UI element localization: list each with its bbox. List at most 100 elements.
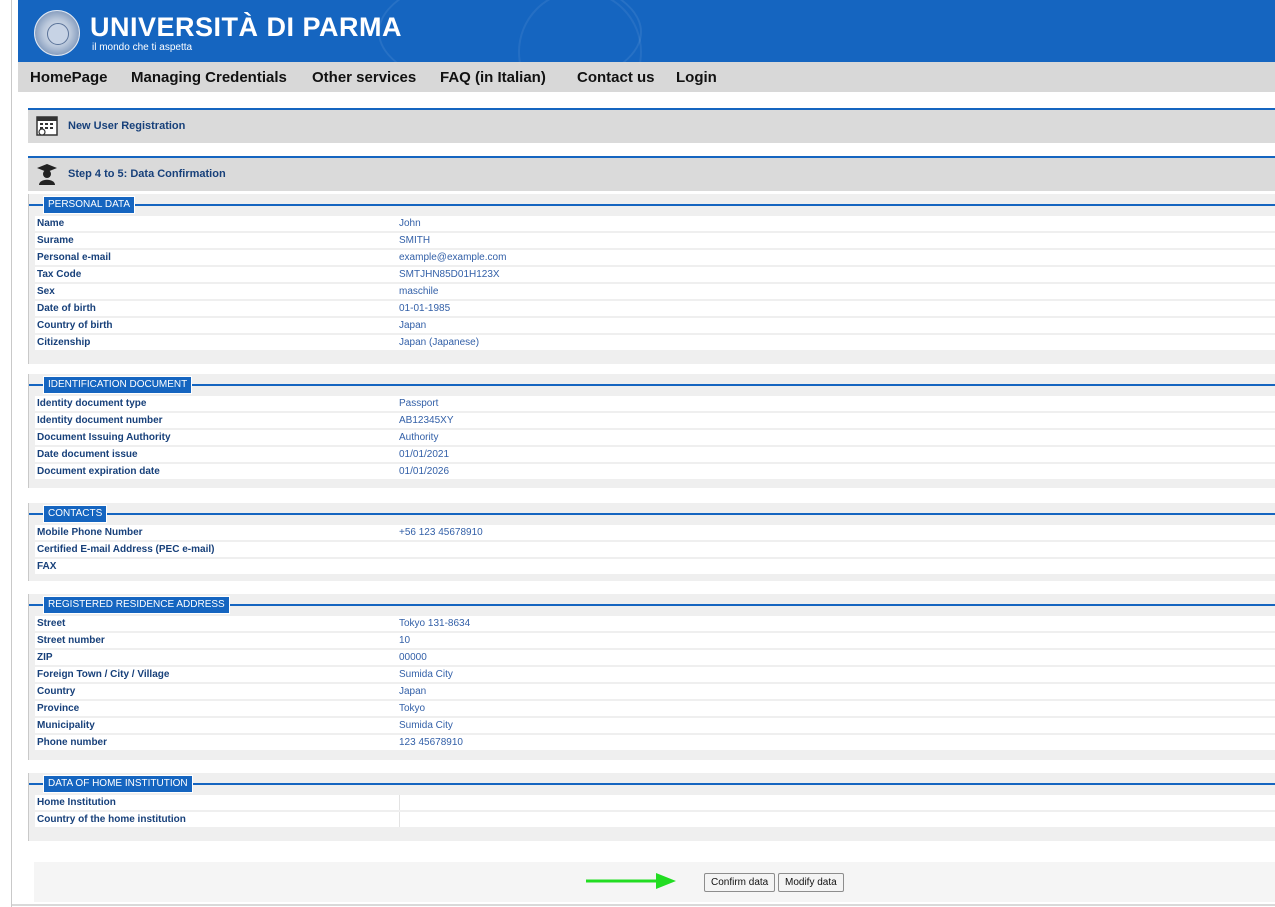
nav-managing-credentials[interactable]: Managing Credentials xyxy=(131,69,287,86)
field-value: Sumida City xyxy=(399,669,453,680)
data-row: Country Japan xyxy=(35,684,1275,701)
field-value: 00000 xyxy=(399,652,427,663)
header-decoration xyxy=(518,0,642,62)
field-value: Passport xyxy=(399,398,439,409)
data-row: Document Issuing Authority Authority xyxy=(35,430,1275,447)
data-row: Street number 10 xyxy=(35,633,1275,650)
field-label: Country of the home institution xyxy=(37,814,186,825)
field-value: +56 123 45678910 xyxy=(399,527,483,538)
nav-homepage[interactable]: HomePage xyxy=(30,69,108,86)
field-value: 01-01-1985 xyxy=(399,303,451,314)
data-row: Mobile Phone Number +56 123 45678910 xyxy=(35,525,1275,542)
nav-faq[interactable]: FAQ (in Italian) xyxy=(440,69,546,86)
university-header: UNIVERSITÀ DI PARMA il mondo che ti aspe… xyxy=(18,0,1275,62)
calendar-icon xyxy=(36,116,58,136)
field-value: Tokyo xyxy=(399,703,426,714)
section-legend: CONTACTS xyxy=(43,505,108,523)
field-value: Sumida City xyxy=(399,720,453,731)
field-value: maschile xyxy=(399,286,439,297)
page-left-border xyxy=(11,0,12,907)
data-row: FAX xyxy=(35,559,1275,576)
brand-title[interactable]: UNIVERSITÀ DI PARMA xyxy=(90,12,402,43)
data-row: Certified E-mail Address (PEC e-mail) xyxy=(35,542,1275,559)
section-legend: DATA OF HOME INSTITUTION xyxy=(43,775,193,793)
field-label: Citizenship xyxy=(37,337,91,348)
field-label: ZIP xyxy=(37,652,53,663)
field-label: Home Institution xyxy=(37,797,116,808)
nav-login[interactable]: Login xyxy=(676,69,717,86)
data-row: Municipality Sumida City xyxy=(35,718,1275,735)
field-value: 10 xyxy=(399,635,411,646)
home-institution-section: DATA OF HOME INSTITUTION Home Institutio… xyxy=(28,773,1275,841)
modify-data-button[interactable]: Modify data xyxy=(778,873,844,892)
identification-rows: Identity document type Passport Identity d… xyxy=(35,396,1275,481)
field-label: Identity document number xyxy=(37,415,163,426)
data-row: Sex maschile xyxy=(35,284,1275,301)
field-label: Date document issue xyxy=(37,449,138,460)
field-value: Tokyo 131-8634 xyxy=(399,618,471,629)
data-row: Home Institution xyxy=(35,795,1275,812)
personal-data-section: PERSONAL DATA Name John Surame SMITH Persona… xyxy=(28,194,1275,364)
field-label: Mobile Phone Number xyxy=(37,527,143,538)
field-value: 01/01/2021 xyxy=(399,449,450,460)
data-row: Country of birth Japan xyxy=(35,318,1275,335)
field-value: 01/01/2026 xyxy=(399,466,450,477)
field-label: Personal e-mail xyxy=(37,252,111,263)
field-value: 123 45678910 xyxy=(399,737,463,748)
data-row: Identity document number AB12345XY xyxy=(35,413,1275,430)
field-value: Japan xyxy=(399,320,427,331)
data-row: Foreign Town / City / Village Sumida City xyxy=(35,667,1275,684)
identification-document-section: IDENTIFICATION DOCUMENT Identity documen… xyxy=(28,374,1275,488)
field-label: Phone number xyxy=(37,737,108,748)
data-row: ZIP 00000 xyxy=(35,650,1275,667)
field-label: Municipality xyxy=(37,720,95,731)
data-row: Country of the home institution xyxy=(35,812,1275,829)
field-label: Certified E-mail Address (PEC e-mail) xyxy=(37,544,215,555)
field-value: example@example.com xyxy=(399,252,507,263)
field-value: John xyxy=(399,218,421,229)
page-title-bar: New User Registration xyxy=(28,108,1275,143)
data-row: Citizenship Japan (Japanese) xyxy=(35,335,1275,352)
field-label: Street number xyxy=(37,635,105,646)
residence-rows: Street Tokyo 131-8634 Street number 10 ZIP 00… xyxy=(35,616,1275,752)
field-label: Document expiration date xyxy=(37,466,160,477)
data-row: Street Tokyo 131-8634 xyxy=(35,616,1275,633)
data-row: Document expiration date 01/01/2026 xyxy=(35,464,1275,481)
field-label: Document Issuing Authority xyxy=(37,432,171,443)
university-seal-icon[interactable] xyxy=(34,10,80,56)
column-divider xyxy=(399,812,400,827)
nav-contact-us[interactable]: Contact us xyxy=(577,69,655,86)
data-row: Identity document type Passport xyxy=(35,396,1275,413)
column-divider xyxy=(399,795,400,810)
seal-center xyxy=(47,23,69,45)
green-arrow-icon xyxy=(586,873,676,889)
section-rule xyxy=(29,513,1275,515)
nav-other-services[interactable]: Other services xyxy=(312,69,416,86)
confirm-data-button[interactable]: Confirm data xyxy=(704,873,776,892)
section-legend: IDENTIFICATION DOCUMENT xyxy=(43,376,193,394)
data-row: Date document issue 01/01/2021 xyxy=(35,447,1275,464)
field-label: FAX xyxy=(37,561,57,572)
section-legend: PERSONAL DATA xyxy=(43,196,136,214)
residence-address-section: REGISTERED RESIDENCE ADDRESS Street Tokyo… xyxy=(28,594,1275,760)
section-legend: REGISTERED RESIDENCE ADDRESS xyxy=(43,596,230,614)
data-row: Surame SMITH xyxy=(35,233,1275,250)
data-row: Name John xyxy=(35,216,1275,233)
field-label: Sex xyxy=(37,286,55,297)
brand-subtitle: il mondo che ti aspetta xyxy=(92,42,193,53)
field-label: Street xyxy=(37,618,66,629)
section-rule xyxy=(29,783,1275,785)
field-label: Country xyxy=(37,686,76,697)
data-row: Personal e-mail example@example.com xyxy=(35,250,1275,267)
field-value: Authority xyxy=(399,432,439,443)
graduate-icon xyxy=(37,164,57,185)
field-label: Foreign Town / City / Village xyxy=(37,669,170,680)
step-title: Step 4 to 5: Data Confirmation xyxy=(68,168,226,180)
page-title: New User Registration xyxy=(68,120,186,132)
field-label: Province xyxy=(37,703,80,714)
field-value: AB12345XY xyxy=(399,415,454,426)
contacts-rows: Mobile Phone Number +56 123 45678910 Certi… xyxy=(35,525,1275,576)
data-row: Province Tokyo xyxy=(35,701,1275,718)
field-value: Japan (Japanese) xyxy=(399,337,480,348)
home-institution-rows: Home Institution Country of the home inst… xyxy=(35,795,1275,829)
